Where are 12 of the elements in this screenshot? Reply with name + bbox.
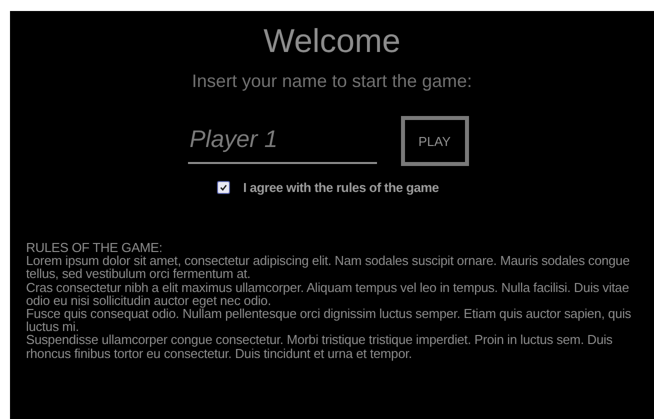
welcome-title: Welcome — [264, 21, 400, 61]
rules-paragraph: Cras consectetur nibh a elit maximus ullamcorper. Aliquam tempus vel leo in tempus. Nulla facilisi. Duis vitae odio eu nisi sollicitudin auctor eget nec odio. — [26, 280, 630, 308]
rules-paragraph: Fusce quis consequat odio. Nullam pellentesque orci dignissim luctus semper. Etiam quis auctor sapien, quis luctus mi. — [26, 307, 632, 334]
agree-checkbox[interactable] — [217, 181, 230, 194]
rules-paragraph: Suspendisse ullamcorper congue consectetur. Morbi tristique tristique imperdiet. Proin in luctus sem. Duis rhoncus finibus tortor eu consectetur. Duis tincidunt et urna et tempor. — [26, 333, 614, 360]
name-input-field[interactable]: Player 1 — [188, 122, 376, 164]
check-mark-icon — [219, 183, 228, 192]
instruction-text: Insert your name to start the game: — [192, 71, 472, 92]
play-button[interactable]: PLAY — [400, 116, 468, 166]
rules-paragraph: Lorem ipsum dolor sit amet, consectetur adipiscing elit. Nam sodales suscipit ornare. Mauris sodales congue tellus, sed vestibulum orci fermentum at. — [26, 254, 631, 281]
agree-label: I agree with the rules of the game — [243, 180, 439, 195]
rules-heading: RULES OF THE GAME: — [26, 241, 164, 254]
